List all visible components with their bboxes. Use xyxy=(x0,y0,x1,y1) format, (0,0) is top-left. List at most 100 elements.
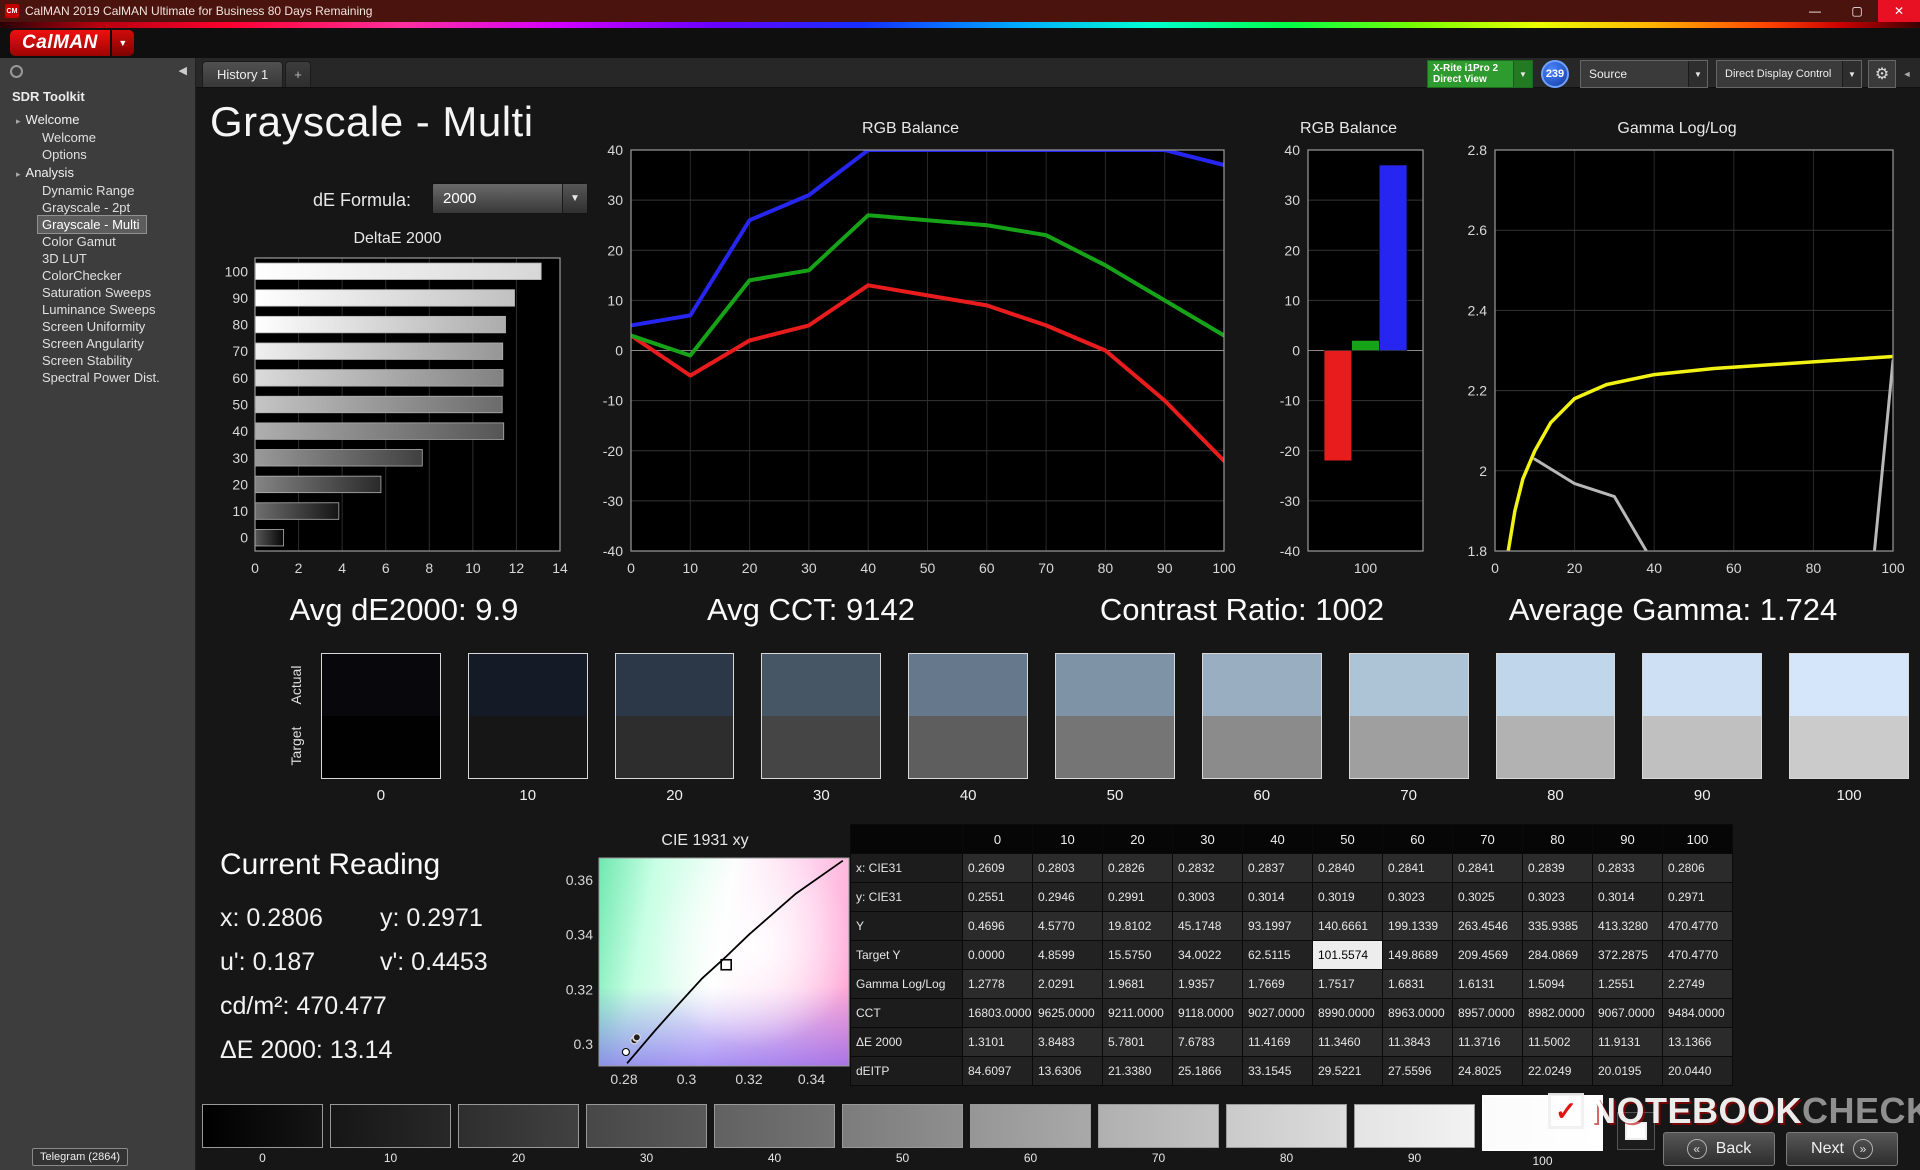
table-cell[interactable]: 4.5770 xyxy=(1032,911,1103,941)
table-cell[interactable]: 372.2875 xyxy=(1592,940,1663,970)
table-cell[interactable]: 13.1366 xyxy=(1662,1027,1733,1057)
sidebar-menu-button[interactable] xyxy=(10,65,23,78)
table-cell[interactable]: 33.1545 xyxy=(1242,1056,1313,1086)
table-cell[interactable]: 22.0249 xyxy=(1522,1056,1593,1086)
table-cell[interactable]: 3.8483 xyxy=(1032,1027,1103,1057)
table-cell[interactable]: 11.9131 xyxy=(1592,1027,1663,1057)
table-cell[interactable]: 209.4569 xyxy=(1452,940,1523,970)
source-dropdown[interactable]: Source ▼ xyxy=(1580,60,1708,88)
table-cell[interactable]: 8982.0000 xyxy=(1522,998,1593,1028)
table-cell[interactable]: 1.6831 xyxy=(1382,969,1453,999)
table-cell[interactable]: 19.8102 xyxy=(1102,911,1173,941)
table-cell[interactable]: 0.2833 xyxy=(1592,853,1663,883)
table-cell[interactable]: 470.4770 xyxy=(1662,911,1733,941)
table-cell[interactable]: 2.2749 xyxy=(1662,969,1733,999)
sidebar-item-welcome[interactable]: Welcome xyxy=(38,129,102,146)
table-cell[interactable]: 24.8025 xyxy=(1452,1056,1523,1086)
pattern-tile-0[interactable] xyxy=(202,1104,323,1148)
table-cell[interactable]: 11.3843 xyxy=(1382,1027,1453,1057)
tab-history-1[interactable]: History 1 xyxy=(202,61,284,87)
sidebar-section-welcome[interactable]: ▸ Welcome xyxy=(0,110,195,129)
sidebar-item-colorchecker[interactable]: ColorChecker xyxy=(38,267,127,284)
table-cell[interactable]: 0.3025 xyxy=(1452,882,1523,912)
table-cell[interactable]: 1.2551 xyxy=(1592,969,1663,999)
table-cell[interactable]: 0.2991 xyxy=(1102,882,1173,912)
table-cell[interactable]: 1.7517 xyxy=(1312,969,1383,999)
table-cell[interactable]: 1.2778 xyxy=(962,969,1033,999)
table-cell[interactable]: 0.0000 xyxy=(962,940,1033,970)
table-cell[interactable]: 0.3023 xyxy=(1382,882,1453,912)
meter-dropdown[interactable]: X-Rite i1Pro 2 Direct View ▼ xyxy=(1427,60,1533,88)
table-cell[interactable]: 335.9385 xyxy=(1522,911,1593,941)
sidebar-item-saturation-sweeps[interactable]: Saturation Sweeps xyxy=(38,284,157,301)
table-cell[interactable]: 1.9681 xyxy=(1102,969,1173,999)
table-cell[interactable]: 199.1339 xyxy=(1382,911,1453,941)
table-cell[interactable]: 0.2839 xyxy=(1522,853,1593,883)
table-cell[interactable]: 9118.0000 xyxy=(1172,998,1243,1028)
table-cell[interactable]: 0.2806 xyxy=(1662,853,1733,883)
table-cell[interactable]: 5.7801 xyxy=(1102,1027,1173,1057)
table-cell[interactable]: 263.4546 xyxy=(1452,911,1523,941)
table-cell[interactable]: 11.3460 xyxy=(1312,1027,1383,1057)
sidebar-item-grayscale-2pt[interactable]: Grayscale - 2pt xyxy=(38,199,136,216)
sidebar-section-analysis[interactable]: ▸ Analysis xyxy=(0,163,195,182)
minimize-button[interactable]: — xyxy=(1794,0,1836,22)
table-cell[interactable]: 84.6097 xyxy=(962,1056,1033,1086)
table-cell[interactable]: 0.2841 xyxy=(1382,853,1453,883)
table-cell[interactable]: 7.6783 xyxy=(1172,1027,1243,1057)
pattern-tile-90[interactable] xyxy=(1354,1104,1475,1148)
table-cell[interactable]: 8990.0000 xyxy=(1312,998,1383,1028)
table-cell[interactable]: 149.8689 xyxy=(1382,940,1453,970)
sidebar-item-grayscale-multi[interactable]: Grayscale - Multi xyxy=(37,215,147,234)
table-cell[interactable]: 9067.0000 xyxy=(1592,998,1663,1028)
table-cell[interactable]: 8957.0000 xyxy=(1452,998,1523,1028)
table-cell[interactable]: 8963.0000 xyxy=(1382,998,1453,1028)
table-cell[interactable]: 0.3003 xyxy=(1172,882,1243,912)
pattern-tile-80[interactable] xyxy=(1226,1104,1347,1148)
table-cell[interactable]: 0.2837 xyxy=(1242,853,1313,883)
sidebar-item-screen-uniformity[interactable]: Screen Uniformity xyxy=(38,318,151,335)
table-cell[interactable]: 0.2946 xyxy=(1032,882,1103,912)
sidebar-item-options[interactable]: Options xyxy=(38,146,93,163)
table-cell[interactable]: 0.3019 xyxy=(1312,882,1383,912)
sidebar-item-screen-stability[interactable]: Screen Stability xyxy=(38,352,138,369)
close-button[interactable]: ✕ xyxy=(1878,0,1920,22)
sidebar-item-screen-angularity[interactable]: Screen Angularity xyxy=(38,335,150,352)
de-formula-select[interactable]: 2000 ▼ xyxy=(432,183,588,214)
table-cell[interactable]: 11.3716 xyxy=(1452,1027,1523,1057)
table-cell[interactable]: 0.3014 xyxy=(1592,882,1663,912)
table-cell[interactable]: 413.3280 xyxy=(1592,911,1663,941)
table-cell[interactable]: 1.3101 xyxy=(962,1027,1033,1057)
sidebar-item-spectral-power-dist[interactable]: Spectral Power Dist. xyxy=(38,369,166,386)
sidebar-item-3d-lut[interactable]: 3D LUT xyxy=(38,250,93,267)
table-cell[interactable]: 0.2832 xyxy=(1172,853,1243,883)
table-cell[interactable]: 93.1997 xyxy=(1242,911,1313,941)
table-cell[interactable]: 1.6131 xyxy=(1452,969,1523,999)
table-cell[interactable]: 34.0022 xyxy=(1172,940,1243,970)
table-cell[interactable]: 0.2826 xyxy=(1102,853,1173,883)
table-cell[interactable]: 470.4770 xyxy=(1662,940,1733,970)
pattern-tile-30[interactable] xyxy=(586,1104,707,1148)
sidebar-collapse-button[interactable]: ◀ xyxy=(179,64,187,77)
table-cell[interactable]: 16803.0000 xyxy=(962,998,1033,1028)
calman-menu-button[interactable]: CalMAN ▼ xyxy=(10,30,134,56)
table-cell[interactable]: 1.5094 xyxy=(1522,969,1593,999)
sidebar-item-luminance-sweeps[interactable]: Luminance Sweeps xyxy=(38,301,161,318)
table-cell[interactable]: 20.0195 xyxy=(1592,1056,1663,1086)
pattern-tile-20[interactable] xyxy=(458,1104,579,1148)
table-cell[interactable]: 2.0291 xyxy=(1032,969,1103,999)
tab-add-button[interactable]: + xyxy=(285,61,311,87)
collapse-panel-button[interactable]: ◄ xyxy=(1899,60,1915,88)
table-cell[interactable]: 9484.0000 xyxy=(1662,998,1733,1028)
table-cell[interactable]: 4.8599 xyxy=(1032,940,1103,970)
table-cell[interactable]: 9625.0000 xyxy=(1032,998,1103,1028)
pattern-tile-50[interactable] xyxy=(842,1104,963,1148)
table-cell[interactable]: 0.2551 xyxy=(962,882,1033,912)
table-cell[interactable]: 11.5002 xyxy=(1522,1027,1593,1057)
table-cell[interactable]: 0.2841 xyxy=(1452,853,1523,883)
pattern-tile-70[interactable] xyxy=(1098,1104,1219,1148)
taskbar-notification[interactable]: Telegram (2864) xyxy=(32,1148,129,1166)
pattern-tile-60[interactable] xyxy=(970,1104,1091,1148)
back-button[interactable]: « Back xyxy=(1663,1132,1775,1166)
table-cell[interactable]: 0.3014 xyxy=(1242,882,1313,912)
